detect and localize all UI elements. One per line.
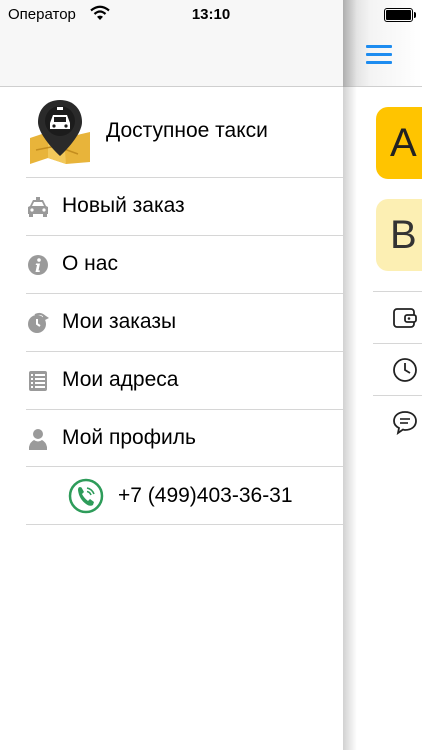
- menu-item-my-profile[interactable]: Мой профиль: [0, 410, 343, 467]
- menu-item-about[interactable]: О нас: [0, 236, 343, 293]
- phone-icon: [68, 478, 104, 514]
- list-icon: [29, 371, 47, 391]
- side-menu: Доступное такси Новый заказ О нас Мои за…: [0, 0, 343, 750]
- clock-icon[interactable]: [392, 357, 418, 383]
- phone-number: +7 (499)403-36-31: [118, 484, 293, 507]
- phone-call-row[interactable]: +7 (499)403-36-31: [0, 467, 343, 524]
- car-icon: [28, 197, 48, 217]
- address-a-button[interactable]: A: [376, 107, 422, 179]
- wallet-icon[interactable]: [392, 305, 418, 331]
- menu-item-label: Мои заказы: [62, 310, 177, 333]
- menu-item-my-orders[interactable]: Мои заказы: [0, 294, 343, 351]
- menu-item-new-order[interactable]: Новый заказ: [0, 178, 343, 235]
- main-panel: A B: [343, 0, 422, 750]
- menu-item-my-addresses[interactable]: Мои адреса: [0, 352, 343, 409]
- taxi-map-logo-icon: [26, 98, 94, 166]
- menu-toggle-icon[interactable]: [366, 45, 392, 65]
- status-bar: Оператор 13:10: [0, 0, 422, 30]
- status-time: 13:10: [191, 6, 231, 23]
- divider: [373, 291, 422, 292]
- info-icon: [28, 255, 48, 275]
- address-b-button[interactable]: B: [376, 199, 422, 271]
- menu-item-label: О нас: [62, 252, 118, 275]
- menu-item-label: Мой профиль: [62, 426, 196, 449]
- brand-title: Доступное такси: [106, 119, 268, 142]
- divider: [26, 524, 343, 525]
- person-icon: [29, 429, 47, 450]
- divider: [373, 343, 422, 344]
- divider: [373, 395, 422, 396]
- chat-bubble-icon[interactable]: [392, 409, 418, 435]
- panel-shadow: [343, 0, 357, 750]
- menu-item-label: Новый заказ: [62, 194, 185, 217]
- menu-item-label: Мои адреса: [62, 368, 179, 391]
- clock-arrow-icon: [28, 312, 49, 333]
- battery-icon: [384, 8, 416, 22]
- menu-brand: Доступное такси: [0, 87, 343, 177]
